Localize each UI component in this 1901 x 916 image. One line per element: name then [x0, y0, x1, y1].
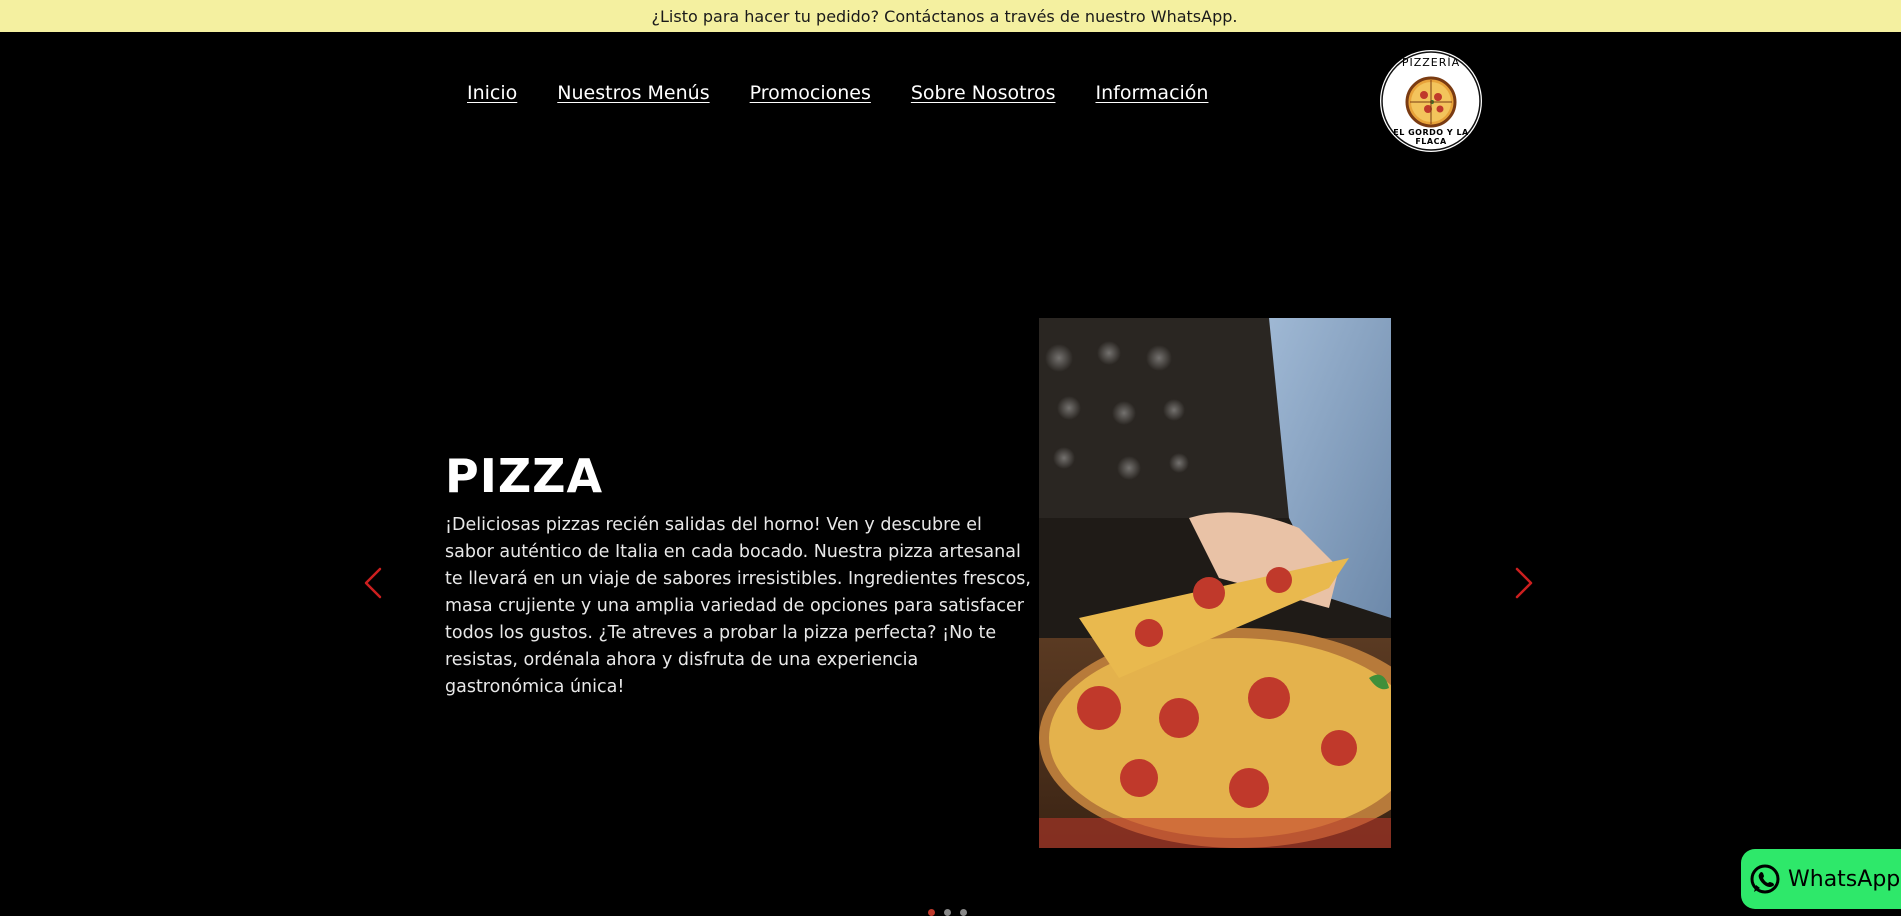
whatsapp-button[interactable]: WhatsApp [1741, 849, 1901, 909]
main-nav: Inicio Nuestros Menús Promociones Sobre … [467, 80, 1208, 106]
nav-link-inicio[interactable]: Inicio [467, 80, 517, 106]
announcement-banner: ¿Listo para hacer tu pedido? Contáctanos… [0, 0, 1901, 32]
logo-bottom-text: EL GORDO Y LA FLACA [1393, 128, 1469, 146]
nav-link-sobre-nosotros[interactable]: Sobre Nosotros [911, 80, 1056, 106]
logo-top-text: PIZZERÍA [1401, 56, 1461, 69]
announcement-text: ¿Listo para hacer tu pedido? Contáctanos… [651, 6, 1238, 26]
chevron-right-icon[interactable] [1507, 565, 1537, 601]
nav-link-promociones[interactable]: Promociones [750, 80, 871, 106]
whatsapp-icon [1750, 864, 1780, 894]
pizza-image-illustration [1039, 318, 1391, 848]
whatsapp-label: WhatsApp [1788, 866, 1901, 892]
pizzeria-logo[interactable]: PIZZERÍA EL GORDO Y LA FLACA [1380, 50, 1482, 152]
pizza-slice-photo [1039, 318, 1391, 848]
nav-link-informacion[interactable]: Información [1095, 80, 1208, 106]
hero-title: PIZZA [445, 449, 604, 503]
chevron-left-icon[interactable] [360, 565, 390, 601]
hero-description: ¡Deliciosas pizzas recién salidas del ho… [445, 515, 1031, 697]
nav-link-nuestros-menus[interactable]: Nuestros Menús [557, 80, 709, 106]
